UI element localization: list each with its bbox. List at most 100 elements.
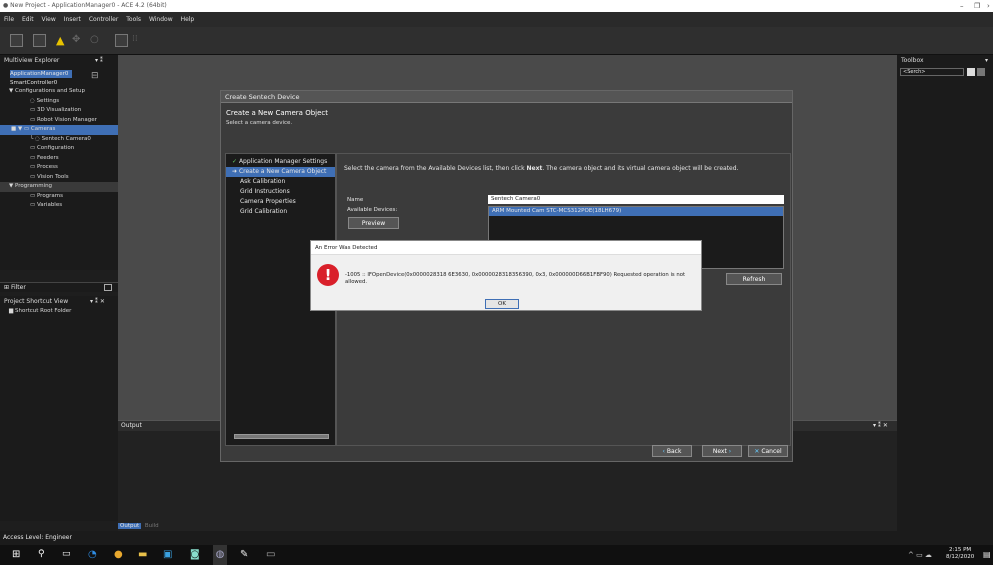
menu-insert[interactable]: Insert — [64, 16, 81, 23]
tree-item-vision-tools[interactable]: ▭ Vision Tools — [0, 173, 118, 183]
tab-output[interactable]: Output — [118, 523, 142, 529]
preview-button[interactable]: Preview — [348, 217, 399, 229]
controller-application-manager[interactable]: ApplicationManager0 — [10, 70, 72, 78]
dropdown-icon[interactable] — [967, 68, 975, 76]
filter-bar[interactable]: ⊞ Filter — [0, 282, 118, 292]
tree-label: Programming — [14, 183, 53, 189]
device-item[interactable]: ARM Mounted Cam STC-MCS312POE(18LH679) — [489, 207, 783, 216]
tree-item-configurations[interactable]: ▼ Configurations and Setup — [0, 87, 118, 97]
explorer-icon[interactable]: ▬ — [138, 549, 149, 560]
menu-controller[interactable]: Controller — [89, 16, 119, 23]
tree-item-3d-visualization[interactable]: ▭ 3D Visualization — [0, 106, 118, 116]
dialog-subheading: Select a camera device. — [226, 120, 293, 126]
restore-icon[interactable]: ❐ — [974, 0, 980, 12]
search-icon[interactable]: ○ — [90, 34, 103, 47]
refresh-button[interactable]: Refresh — [726, 273, 782, 285]
tab-build[interactable]: Build — [143, 523, 161, 529]
next-arrow-icon: › — [728, 448, 732, 455]
menu-tools[interactable]: Tools — [126, 16, 141, 23]
step-ask-calibration[interactable]: Ask Calibration — [226, 177, 335, 187]
menu-edit[interactable]: Edit — [22, 16, 34, 23]
cancel-button[interactable]: ✕ Cancel — [748, 445, 788, 457]
next-button[interactable]: Next › — [702, 445, 742, 457]
clock[interactable]: 2:15 PM 8/12/2020 — [946, 547, 974, 561]
menu-help[interactable]: Help — [181, 16, 195, 23]
step-label: Create a New Camera Object — [238, 168, 327, 175]
filter-label: Filter — [10, 284, 26, 291]
edge-icon[interactable]: ◔ — [88, 549, 99, 560]
pin-icon[interactable]: ▾ — [985, 55, 988, 66]
move-icon[interactable]: ✥ — [72, 34, 85, 47]
layout-icon[interactable] — [33, 34, 46, 47]
shortcut-root-folder[interactable]: ▆ Shortcut Root Folder — [0, 307, 118, 317]
app-icon: ● — [3, 2, 9, 9]
minimize-icon[interactable]: – — [960, 0, 964, 12]
search-icon[interactable]: ⚲ — [38, 549, 49, 560]
toolbox-search-input[interactable]: <Serch> — [900, 68, 964, 76]
pin-icon[interactable]: ▾ ⁑ — [95, 55, 103, 66]
menu-view[interactable]: View — [42, 16, 56, 23]
tree-item-programming[interactable]: ▼ Programming — [0, 182, 118, 192]
ace-app-icon[interactable]: ◍ — [213, 545, 227, 565]
output-title: Output — [121, 422, 142, 429]
chart-icon[interactable]: ⁞⁞ — [132, 34, 145, 47]
warning-icon[interactable]: ▲ — [56, 34, 69, 47]
controller-smart[interactable]: SmartController0 — [10, 79, 118, 87]
tree-item-sentech-camera[interactable]: └ ◌ Sentech Camera0 — [0, 135, 118, 145]
tree-label: Programs — [36, 192, 64, 199]
error-dialog: An Error Was Detected ! -1005 :: IFOpenD… — [310, 240, 702, 311]
window-icon[interactable]: ▭ — [266, 549, 277, 560]
cancel-label: Cancel — [761, 448, 782, 455]
folder-label: Shortcut Root Folder — [14, 308, 72, 314]
task-view-icon[interactable]: ▭ — [62, 549, 73, 560]
tree-item-variables[interactable]: ▭ Variables — [0, 201, 118, 211]
grid-icon[interactable] — [115, 34, 128, 47]
window-title: New Project - ApplicationManager0 - ACE … — [10, 2, 167, 9]
tree-label: Feeders — [36, 154, 59, 161]
close-icon[interactable]: › — [987, 0, 990, 12]
pin-icon[interactable]: ▾ ⁑ ✕ — [90, 296, 105, 307]
app-icon[interactable]: ◙ — [190, 549, 201, 560]
tree-item-cameras[interactable]: ■ ▼ ▭ Cameras — [0, 125, 118, 135]
steps-scrollbar[interactable] — [234, 434, 329, 439]
tree-item-programs[interactable]: ▭ Programs — [0, 192, 118, 202]
name-input[interactable]: Sentech Camera0 — [488, 195, 784, 204]
instruction-part: Select the camera from the Available Dev… — [344, 165, 527, 172]
back-button[interactable]: ‹ Back — [652, 445, 692, 457]
save-icon[interactable] — [10, 34, 23, 47]
tree-item-settings[interactable]: ◌ Settings — [0, 97, 118, 107]
tree-item-robot-vision-manager[interactable]: ▭ Robot Vision Manager — [0, 116, 118, 126]
step-application-manager-settings[interactable]: ✓ Application Manager Settings — [226, 157, 335, 167]
clear-icon[interactable] — [977, 68, 985, 76]
tree-label: Robot Vision Manager — [36, 116, 97, 123]
window-titlebar: ● New Project - ApplicationManager0 - AC… — [0, 0, 993, 12]
project-shortcut-view: Project Shortcut View ▾ ⁑ ✕ ▆ Shortcut R… — [0, 296, 118, 521]
tree-label: Cameras — [30, 126, 56, 132]
tree-item-configuration[interactable]: ▭ Configuration — [0, 144, 118, 154]
chrome-icon[interactable]: ● — [114, 549, 125, 560]
ok-button[interactable]: OK — [485, 299, 519, 309]
step-camera-properties[interactable]: Camera Properties — [226, 197, 335, 207]
error-title: An Error Was Detected — [311, 241, 701, 255]
step-grid-instructions[interactable]: Grid Instructions — [226, 187, 335, 197]
notification-icon[interactable]: ▤ — [983, 550, 991, 559]
step-grid-calibration[interactable]: Grid Calibration — [226, 207, 335, 217]
network-icon: ⊟ — [91, 71, 99, 81]
clock-date: 8/12/2020 — [946, 554, 975, 560]
tree-item-feeders[interactable]: ▭ Feeders — [0, 154, 118, 164]
menu-file[interactable]: File — [4, 16, 14, 23]
tree-item-process[interactable]: ▭ Process — [0, 163, 118, 173]
monitor-icon[interactable]: ▣ — [163, 549, 174, 560]
access-level: Access Level: Engineer — [3, 534, 72, 541]
cancel-icon: ✕ — [754, 448, 760, 455]
tree-label: Process — [36, 164, 58, 170]
filter-checkbox[interactable] — [104, 284, 112, 291]
start-icon[interactable]: ⊞ — [12, 549, 23, 560]
tool-icon[interactable]: ✎ — [240, 549, 251, 560]
multiview-explorer: Multiview Explorer ▾ ⁑ ApplicationManage… — [0, 55, 118, 270]
available-devices-label: Available Devices: — [347, 207, 398, 213]
menu-window[interactable]: Window — [149, 16, 173, 23]
pin-icon[interactable]: ▾ ⁑ ✕ — [873, 421, 888, 431]
step-create-camera-object[interactable]: ➜ Create a New Camera Object — [226, 167, 335, 177]
tray-icons[interactable]: ^ ▭ ☁ — [908, 551, 932, 559]
